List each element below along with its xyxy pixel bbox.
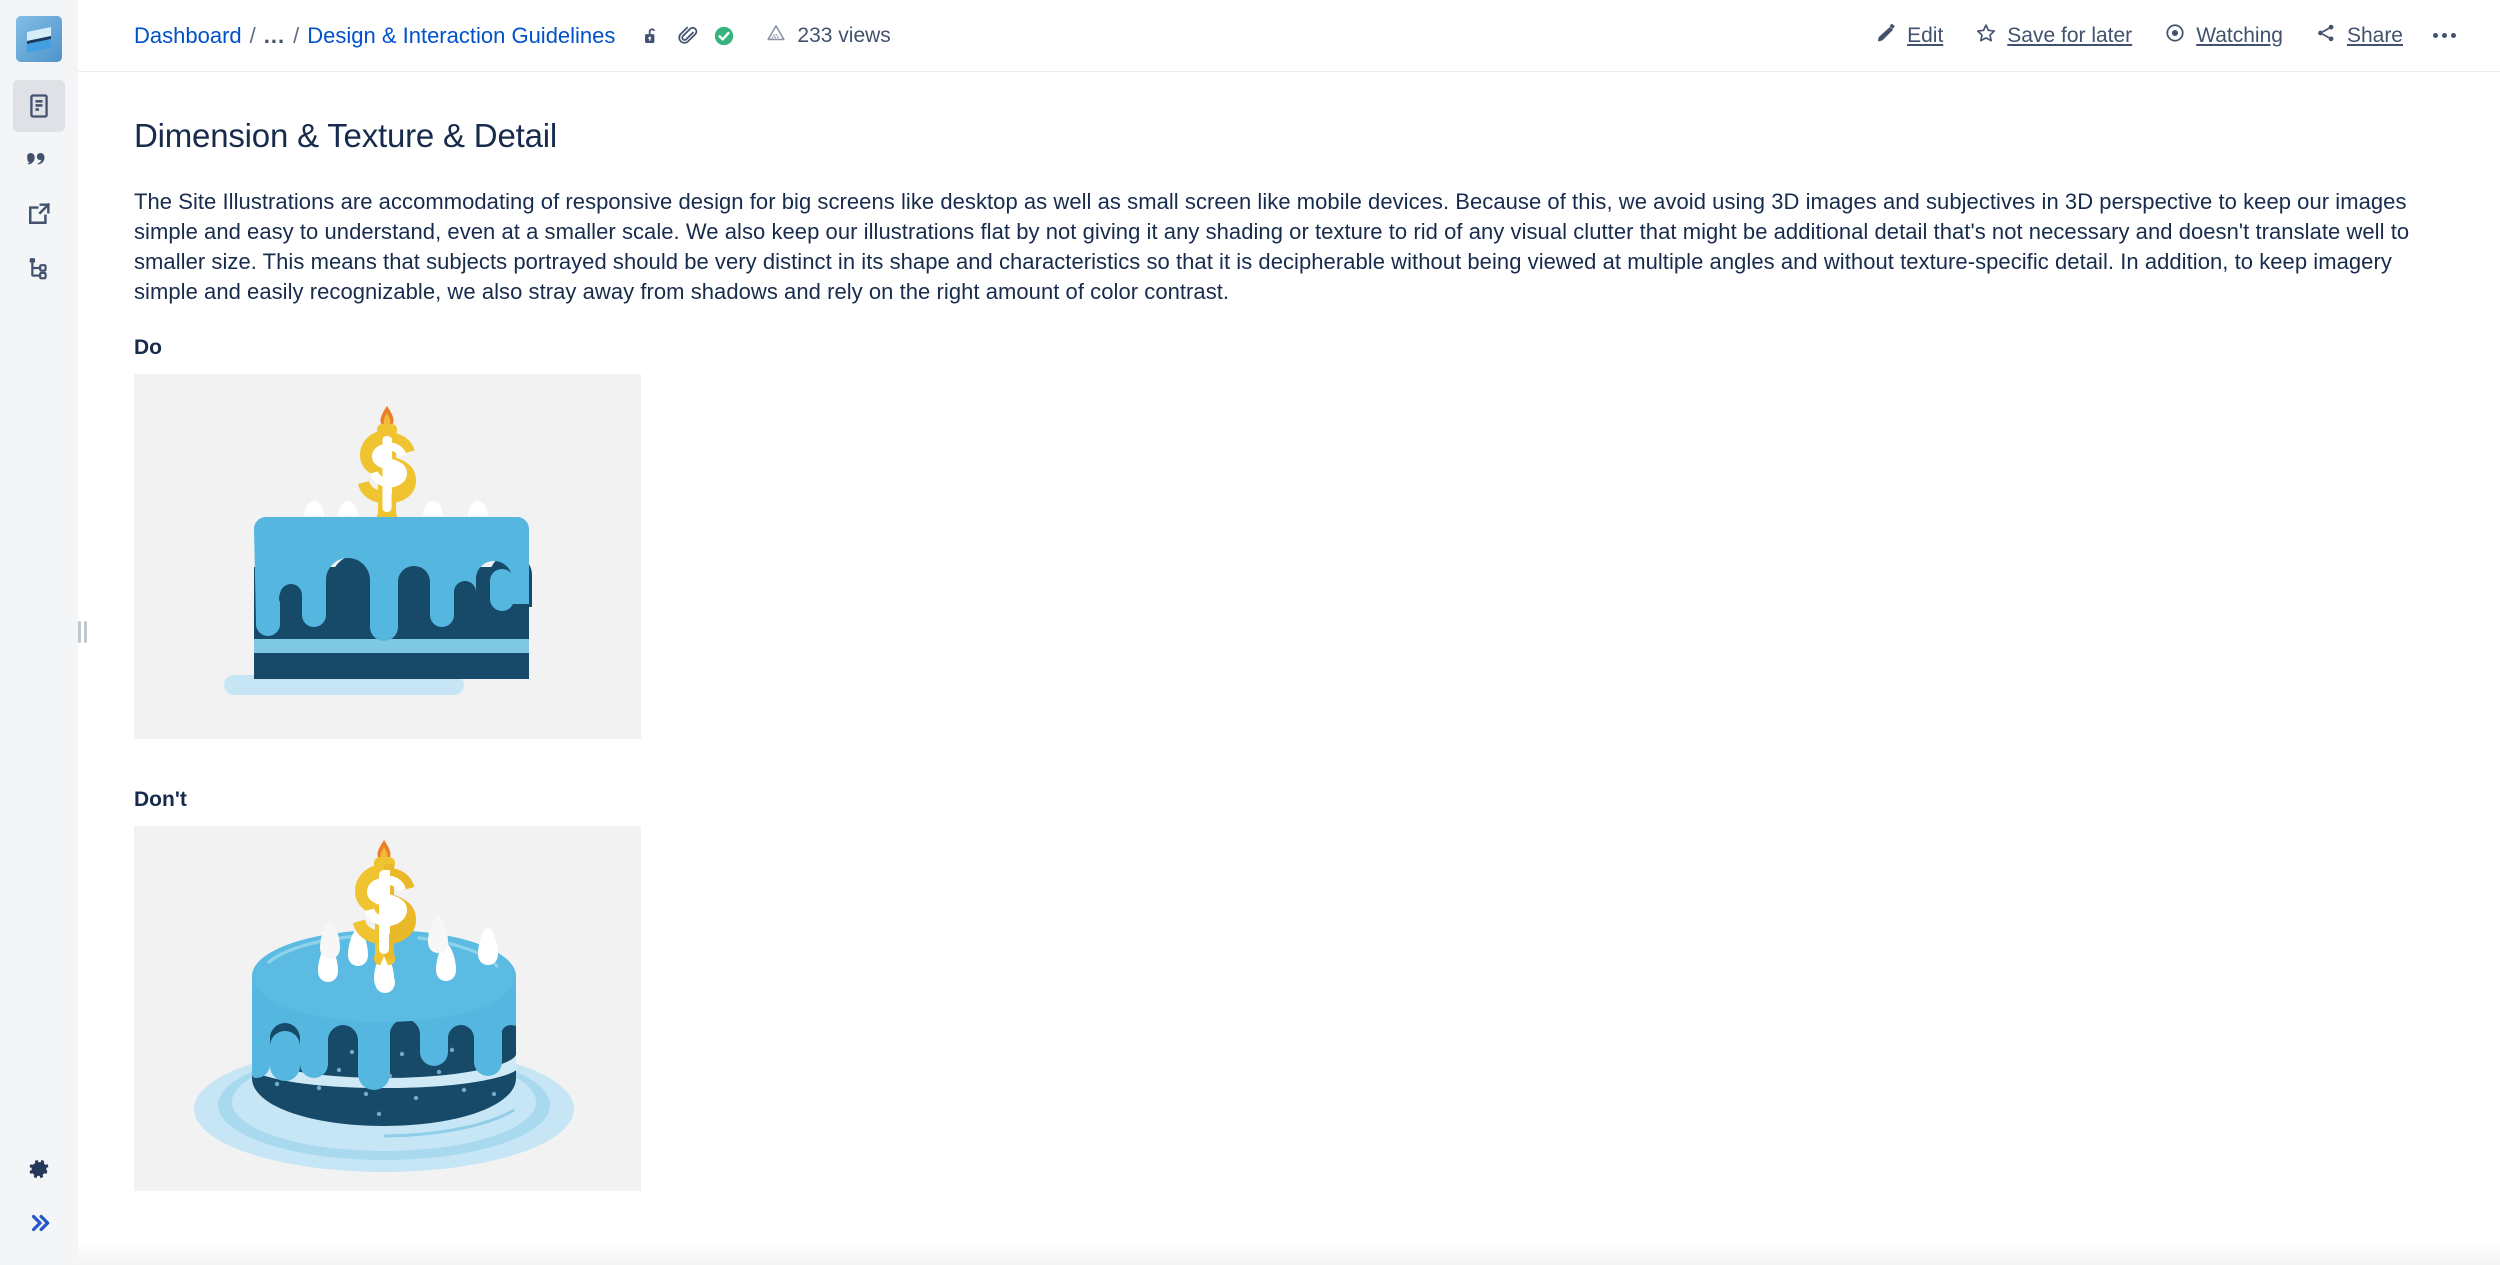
gear-icon (26, 1156, 52, 1182)
breadcrumb-separator: / (249, 22, 256, 48)
edit-button[interactable]: Edit (1860, 14, 1959, 57)
page-content-area: Dashboard / ... / Design & Interaction G… (78, 0, 2500, 1265)
breadcrumb: Dashboard / ... / Design & Interaction G… (134, 23, 615, 49)
save-for-later-label: Save for later (2007, 23, 2133, 47)
sidebar-item-page-tree[interactable] (13, 242, 65, 294)
edit-button-label: Edit (1907, 23, 1944, 47)
intro-paragraph: The Site Illustrations are accommodating… (134, 189, 2410, 304)
page-document-icon (25, 92, 53, 120)
share-nodes-icon (2315, 22, 2337, 50)
page-title: Dimension & Texture & Detail (134, 117, 557, 154)
more-actions-button[interactable] (2419, 25, 2470, 46)
page-header-toolbar: Dashboard / ... / Design & Interaction G… (78, 0, 2500, 72)
pencil-edit-icon (1876, 22, 1897, 49)
green-check-circle-icon[interactable] (713, 25, 735, 47)
page-bottom-fade (78, 1217, 2500, 1265)
share-button[interactable]: Share (2299, 14, 2419, 58)
unlocked-padlock-icon[interactable] (641, 25, 663, 47)
page-status-icons (641, 25, 735, 47)
breadcrumb-separator: / (293, 22, 300, 48)
share-button-label: Share (2346, 23, 2403, 47)
save-for-later-button[interactable]: Save for later (1959, 14, 2148, 58)
breadcrumb-ellipsis[interactable]: ... (264, 23, 285, 49)
sidebar-resize-handle[interactable] (76, 619, 88, 645)
page-scroll-region[interactable]: Dimension & Texture & Detail The Site Il… (78, 72, 2500, 1265)
sidebar-nav-items (13, 80, 65, 294)
watching-button[interactable]: Watching (2148, 14, 2299, 58)
flat-cake-illustration (134, 374, 641, 739)
page-views-indicator[interactable]: 233 views (765, 22, 891, 50)
sidebar-item-pages[interactable] (13, 80, 65, 132)
sidebar-item-blog[interactable] (13, 134, 65, 186)
sidebar-item-shortcuts[interactable] (13, 188, 65, 240)
eye-watch-icon (2164, 22, 2186, 50)
3d-cake-illustration (134, 826, 641, 1191)
more-horizontal-icon (2433, 33, 2456, 38)
star-outline-icon (1975, 22, 1997, 50)
sidebar-item-expand[interactable] (15, 1199, 63, 1247)
page-actions: Edit Save for later Watching Share (1860, 14, 2470, 58)
sidebar-item-settings[interactable] (15, 1145, 63, 1193)
breadcrumb-item-dashboard[interactable]: Dashboard (134, 23, 242, 49)
external-link-icon (25, 200, 53, 228)
confluence-logo[interactable] (16, 16, 62, 62)
example-caption-do: Do (134, 336, 162, 359)
page-body: Dimension & Texture & Detail The Site Il… (78, 72, 2500, 1191)
views-count-label: 233 views (797, 23, 891, 47)
quote-blog-icon (25, 146, 53, 174)
example-caption-dont: Don't (134, 788, 187, 811)
sidebar-bottom-actions (15, 1145, 63, 1247)
global-left-sidebar (0, 0, 87, 1265)
watching-button-label: Watching (2196, 23, 2283, 47)
paperclip-attachment-icon[interactable] (677, 25, 699, 47)
confluence-app-window: Dashboard / ... / Design & Interaction G… (0, 0, 2500, 1265)
analytics-chart-icon (765, 22, 787, 50)
breadcrumb-item-current-page[interactable]: Design & Interaction Guidelines (307, 23, 615, 49)
double-chevron-right-icon (26, 1210, 52, 1236)
page-tree-icon (25, 254, 53, 282)
